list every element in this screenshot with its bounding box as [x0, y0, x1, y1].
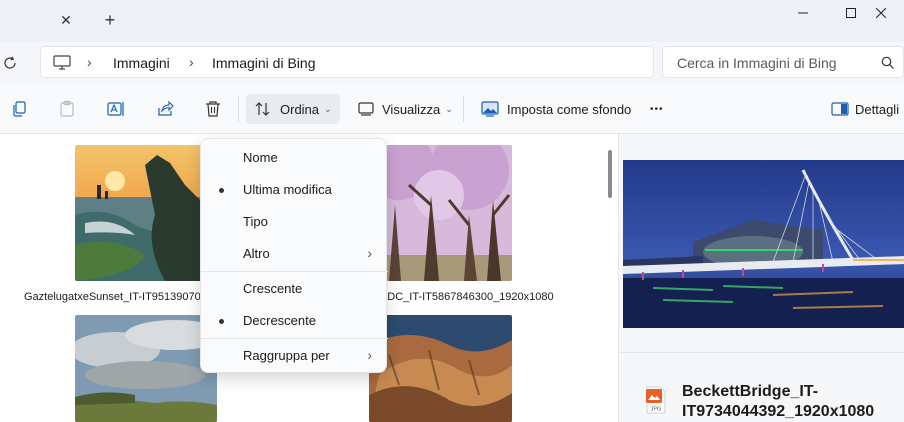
- file-thumbnail[interactable]: [75, 145, 211, 281]
- chevron-right-icon: ›: [367, 245, 372, 261]
- blossom-trees-image: [369, 145, 512, 281]
- share-button[interactable]: [156, 94, 174, 124]
- menu-item-label: Altro: [243, 246, 270, 261]
- maximize-icon: [846, 8, 856, 18]
- new-tab-button[interactable]: +: [100, 10, 120, 30]
- file-name: omDC_IT-IT5867846300_1920x1080: [372, 291, 554, 303]
- sort-menu: Nome Ultima modifica Tipo Altro › Cresce…: [200, 138, 388, 373]
- chevron-right-icon: ›: [367, 347, 372, 363]
- file-thumbnail[interactable]: [75, 315, 217, 422]
- selected-dot-icon: [219, 319, 224, 324]
- badlands-image: [369, 315, 512, 422]
- file-thumbnail[interactable]: [369, 315, 512, 422]
- search-input[interactable]: [677, 53, 867, 73]
- vertical-scrollbar[interactable]: [604, 134, 618, 422]
- refresh-icon: [4, 56, 16, 69]
- refresh-button[interactable]: [2, 55, 18, 71]
- view-button[interactable]: Visualizza ⌄: [358, 94, 453, 124]
- menu-item-label: Crescente: [243, 281, 303, 296]
- minimize-icon: [798, 12, 808, 14]
- chevron-down-icon: ⌄: [324, 103, 332, 114]
- trash-icon: [206, 101, 220, 117]
- title-bar: ✕ +: [0, 0, 904, 42]
- paste-button[interactable]: [58, 94, 76, 124]
- sort-icon: [255, 102, 270, 116]
- toolbar-divider: [238, 96, 239, 122]
- computer-icon: [53, 55, 71, 70]
- set-background-button[interactable]: Imposta come sfondo: [481, 94, 631, 124]
- copy-icon: [13, 101, 26, 117]
- chevron-down-icon: ⌄: [445, 103, 453, 114]
- details-pane: JPG BeckettBridge_IT-IT9734044392_1920x1…: [618, 134, 904, 422]
- tab-close-button[interactable]: ✕: [56, 10, 76, 30]
- sort-button[interactable]: Ordina ⌄: [246, 94, 340, 124]
- view-icon: [358, 102, 374, 116]
- menu-item-name[interactable]: Nome: [201, 142, 388, 174]
- set-background-label: Imposta come sfondo: [507, 101, 632, 117]
- menu-item-label: Tipo: [243, 214, 268, 229]
- menu-item-group-by[interactable]: Raggruppa per ›: [201, 340, 388, 372]
- search-icon: [881, 56, 894, 69]
- jpg-file-icon: JPG: [645, 386, 667, 414]
- close-window-button[interactable]: [858, 0, 904, 26]
- close-icon: [876, 8, 886, 18]
- menu-item-more[interactable]: Altro ›: [201, 238, 388, 270]
- menu-item-label: Decrescente: [243, 313, 316, 328]
- command-bar: Ordina ⌄ Visualizza ⌄ Imposta come sfond…: [0, 84, 904, 134]
- breadcrumb-chevron-icon: ›: [189, 54, 194, 70]
- address-bar: › Immagini › Immagini di Bing: [0, 42, 904, 84]
- pane-divider: [619, 352, 904, 353]
- share-icon: [158, 100, 174, 116]
- file-type-badge: JPG: [651, 407, 662, 413]
- wallpaper-icon: [481, 101, 499, 117]
- details-label: Dettagli: [855, 101, 900, 117]
- menu-item-label: Ultima modifica: [243, 182, 332, 197]
- menu-divider: [201, 271, 388, 272]
- toolbar-divider: [463, 96, 464, 122]
- menu-item-date-modified[interactable]: Ultima modifica: [201, 174, 388, 206]
- breadcrumb-item-immagini[interactable]: Immagini: [113, 55, 170, 71]
- menu-item-label: Raggruppa per: [243, 348, 330, 363]
- menu-item-type[interactable]: Tipo: [201, 206, 388, 238]
- file-name: GaztelugatxeSunset_IT-IT95139070: [24, 291, 201, 303]
- file-thumbnail[interactable]: [369, 145, 512, 281]
- menu-divider: [201, 338, 388, 339]
- menu-item-label: Nome: [243, 150, 278, 165]
- bridge-night-image: [623, 160, 904, 328]
- menu-item-descending[interactable]: Decrescente: [201, 305, 388, 337]
- details-pane-icon: [831, 102, 849, 116]
- breadcrumb-chevron-icon: ›: [87, 54, 92, 70]
- minimize-button[interactable]: [780, 0, 826, 26]
- menu-item-ascending[interactable]: Crescente: [201, 273, 388, 305]
- cloudy-field-image: [75, 315, 217, 422]
- more-options-button[interactable]: •••: [650, 94, 664, 124]
- rename-icon: [107, 102, 124, 116]
- rename-button[interactable]: [107, 94, 127, 124]
- copy-button[interactable]: [10, 94, 28, 124]
- breadcrumb[interactable]: › Immagini › Immagini di Bing: [40, 46, 654, 78]
- selected-dot-icon: [219, 188, 224, 193]
- delete-button[interactable]: [204, 94, 222, 124]
- search-box[interactable]: [662, 46, 904, 78]
- details-button[interactable]: Dettagli: [831, 94, 899, 124]
- sort-button-label: Ordina: [280, 101, 320, 117]
- breadcrumb-item-immagini-di-bing[interactable]: Immagini di Bing: [212, 55, 316, 71]
- view-button-label: Visualizza: [382, 101, 441, 117]
- coast-sunset-image: [75, 145, 211, 281]
- paste-icon: [60, 100, 74, 117]
- details-file-name: BeckettBridge_IT-IT9734044392_1920x1080: [682, 383, 875, 420]
- preview-image: [623, 160, 904, 328]
- scrollbar-thumb[interactable]: [608, 150, 612, 198]
